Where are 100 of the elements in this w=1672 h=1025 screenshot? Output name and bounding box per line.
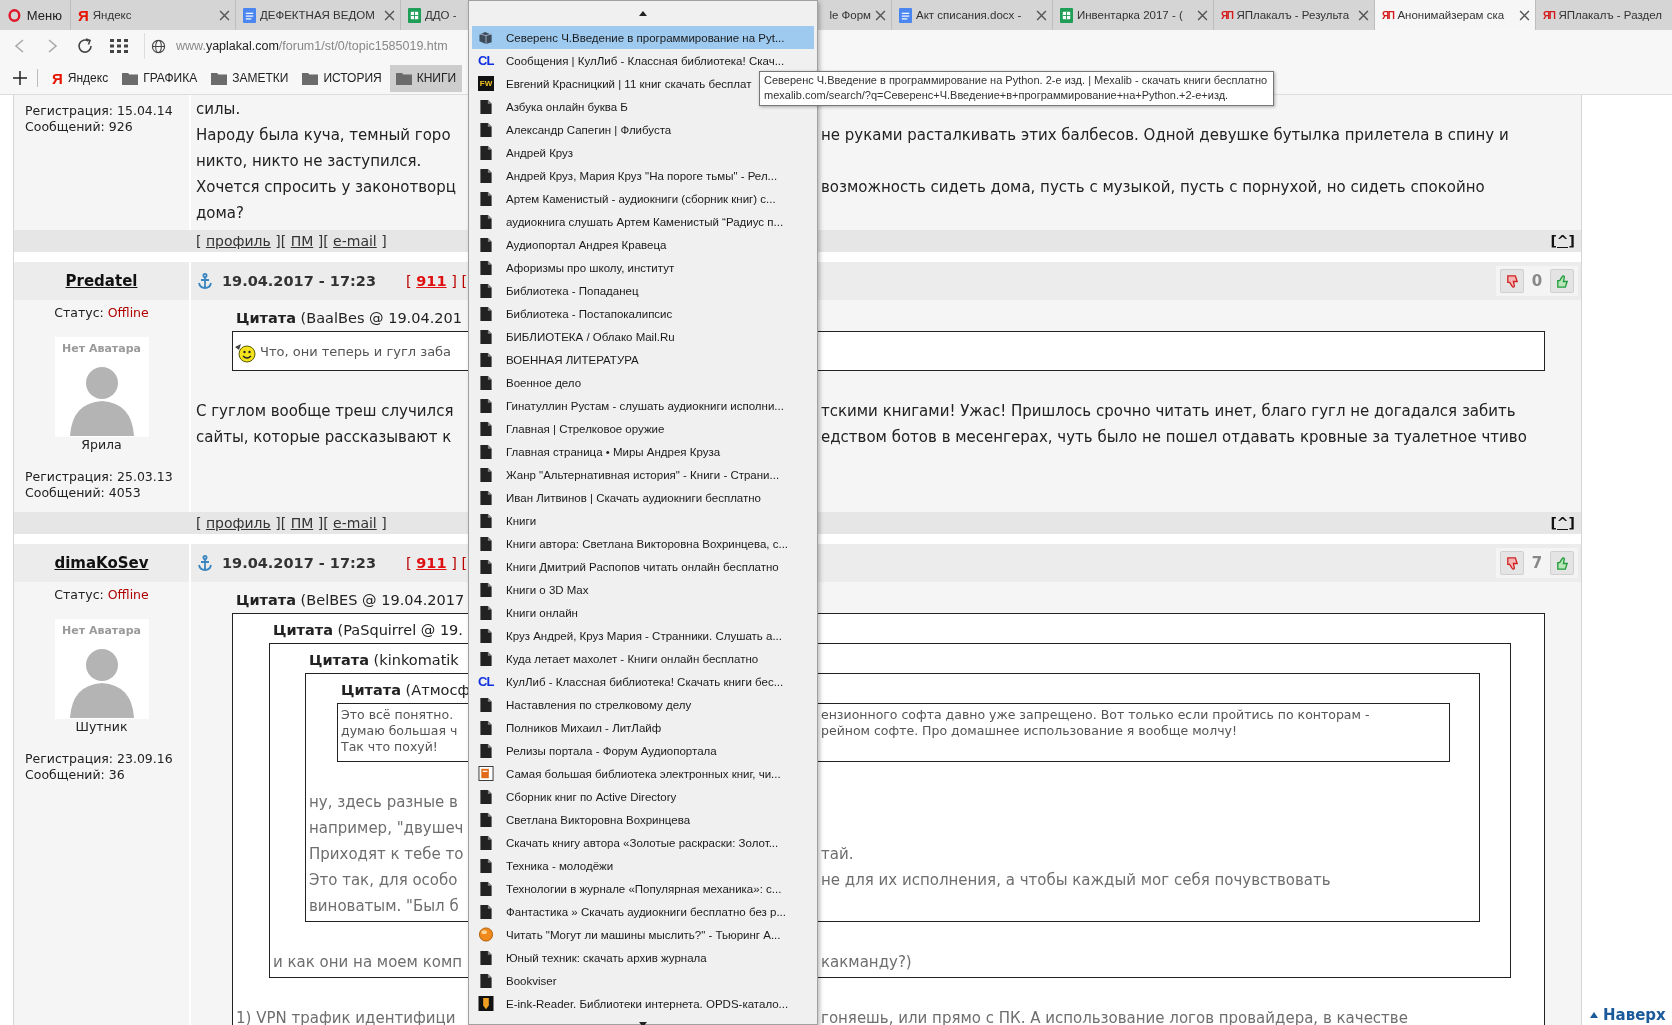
item-title: Военное дело [506,376,582,389]
yandex-icon: Я [52,69,63,87]
bookmark-label: ГРАФИКА [143,71,198,85]
quote-title: Цитата (BelBES @ 19.04.2017 [236,591,465,610]
reply-counter: [ 911 ] [ [406,273,468,289]
registration-date: Регистрация: 15.04.14 [24,103,173,119]
item-title: Сборник книг по Active Directory [506,790,677,803]
item-title: Релизы портала - Форум Аудиопортала [506,744,717,757]
item-title: БИБЛИОТЕКА / Облако Mail.Ru [506,330,675,343]
post-text: тай. [821,844,854,865]
status-value: Offline [107,305,149,320]
registration-date: Регистрация: 23.09.16 [24,751,173,767]
quote-title: Цитата (kinkomatik [309,651,459,670]
post-text: рейном софте. Про домашнее использование я вообще молчу! [821,723,1237,739]
quote-text: Что, они теперь и гугл заба [260,344,452,359]
item-title: Читать "Могут ли машины мыслить?" - Тьюринг А... [506,928,781,941]
item-title: Книги Дмитрий Распопов читать онлайн бесплатно [506,560,779,573]
item-title: Жанр "Альтернативная история" - Книги - Страни... [506,468,780,481]
quote-title: Цитата (PaSquirrel @ 19. [273,621,463,640]
tab-title: ЯПлакалъ - Результа [1236,9,1351,21]
tab-title: le Форм [829,9,871,21]
post-text: возможность сидеть дома, пусть с музыкой, пусть с порнухой, но сидеть спокойно [821,177,1485,198]
bookmark-label: Яндекс [67,71,109,85]
post-text: думаю большая ч [341,723,458,739]
bookmark-label: КНИГИ [416,71,457,85]
post-text: виноватым. "Был б [309,896,459,917]
item-title: Библиотека - Постапокалипсис [506,307,673,320]
avatar-caption: Нет Аватара [62,341,141,357]
item-title: Иван Литвинов | Скачать аудиокниги бесплатно [506,491,761,504]
item-title: Андрей Круз, Мария Круз "На пороге тьмы" - Рел... [506,169,778,182]
item-title: Азбука онлайн буква Б [506,100,628,113]
item-title: Светлана Викторовна Вохринцева [506,813,691,826]
site-logo-icon: ЯП [1382,9,1394,21]
post-text: Хочется спросить у законотворц [196,177,456,198]
reply-counter: [ 911 ] [ [406,555,468,571]
item-title: КулЛиб - Классная библиотека! Скачать книги бес... [506,675,784,688]
tab-title: Инвентарка 2017 - ( [1077,9,1184,21]
item-title: Книги [506,514,537,527]
user-rank: Ярила [81,437,122,453]
bookmark-label: ИСТОРИЯ [323,71,382,85]
tab-title: Акт списания.docx - [916,9,1023,21]
tab-title: ЯПлакалъ - Раздел [1558,9,1662,21]
tab-title: Анонимайзерам ска [1397,9,1506,21]
post-text: Это всё понятно. [341,707,454,723]
item-title: Александр Сапегин | Флибуста [506,123,672,136]
quote-title: Цитата (BaalBes @ 19.04.201 [236,309,462,328]
item-title: Артем Каменистый - аудиокниги (сборник книг) с... [506,192,776,205]
item-title: Афоризмы про школу, институт [506,261,675,274]
profile-links: [ профиль ][ ПМ ][ e-mail ] [196,515,387,531]
item-title: Книги онлайн [506,606,578,619]
post-date: 19.04.2017 - 17:23 [222,555,376,571]
tab-title: ДЕФЕКТНАЯ ВЕДОМ [260,9,376,21]
item-title: Скачать книгу автора «Золотые раскраски: Золот... [506,836,779,849]
avatar-caption: Нет Аватара [62,623,141,639]
status-label: Статус: [54,587,104,602]
post-text: не для их исполнения, а чтобы каждый мог себя почувствовать [821,870,1331,891]
item-title: Библиотека - Попаданец [506,284,639,297]
post-date: 19.04.2017 - 17:23 [222,273,376,289]
item-title: Полников Михаил - ЛитЛайф [506,721,662,734]
site-logo-icon: ЯП [1221,9,1233,21]
url-text: www.yaplakal.com/forum1/st/0/topic1585019.htm [176,39,448,53]
item-title: Технологии в журнале «Популярная механика»: с... [506,882,782,895]
status-value: Offline [107,587,149,602]
post-text: какманду?) [821,952,912,973]
item-title: Наставления по стрелковому делу [506,698,692,711]
item-title: E-ink-Reader. Библиотеки интернета. OPDS-катало... [506,997,789,1010]
bookmark-label: ЗАМЕТКИ [232,71,289,85]
post-text: С гуглом вообще треш случился [196,401,454,422]
post-text: ензионного софта давно уже запрещено. Вот только если пройтись по конторам - [821,707,1370,723]
post-text: сайты, которые рассказывают к [196,427,452,448]
item-title: Куда летает махолет - Книги онлайн бесплатно [506,652,759,665]
post-text: силы. [196,99,241,120]
item-title: Фантастика » Скачать аудиокниги бесплатно без р... [506,905,786,918]
item-title: аудиокнига слушать Артем Каменистый “Радиус п... [506,215,784,228]
message-count: Сообщений: 36 [24,767,125,783]
item-title: Bookviser [506,974,557,987]
post-text: Так что похуй! [341,739,438,755]
tab-title: Яндекс [92,9,133,21]
quote-title: Цитата (Атмосф [341,681,470,700]
post-text: едством ботов в месенгерах, чуть было не пошел отдавать кровные за туалетное чтиво [821,427,1527,448]
vote-count: 7 [1530,554,1544,572]
post-text: ну, здесь разные в [309,792,458,813]
item-title: Книги о 3D Max [506,583,589,596]
message-count: Сообщений: 926 [24,119,133,135]
post-text: дома? [196,203,245,224]
post-text: Это так, для особо [309,870,458,891]
site-logo-icon: CL [478,674,494,689]
tooltip-title: Северенс Ч.Введение в программирование на Python. 2-е изд. | Mexalib - скачать книги бесплатно [764,73,1268,88]
user-rank: Шутник [75,719,128,735]
post-text: Народу была куча, темный горо [196,125,451,146]
item-title: Круз Андрей, Круз Мария - Странники. Слушать а... [506,629,782,642]
post-text: например, "двушеч [309,818,464,839]
profile-links: [ профиль ][ ПМ ][ e-mail ] [196,233,387,249]
post-text: и как они на моем комп [273,952,463,973]
item-title: Гинатуллин Рустам - слушать аудиокниги исполни... [506,399,784,412]
status-label: Статус: [54,305,104,320]
vote-count: 0 [1530,272,1544,290]
item-title: Аудиопортал Андрея Кравеца [506,238,667,251]
item-title: Юный техник: скачать архив журнала [506,951,707,964]
item-title: Самая большая библиотека электронных книг, чи... [506,767,781,780]
